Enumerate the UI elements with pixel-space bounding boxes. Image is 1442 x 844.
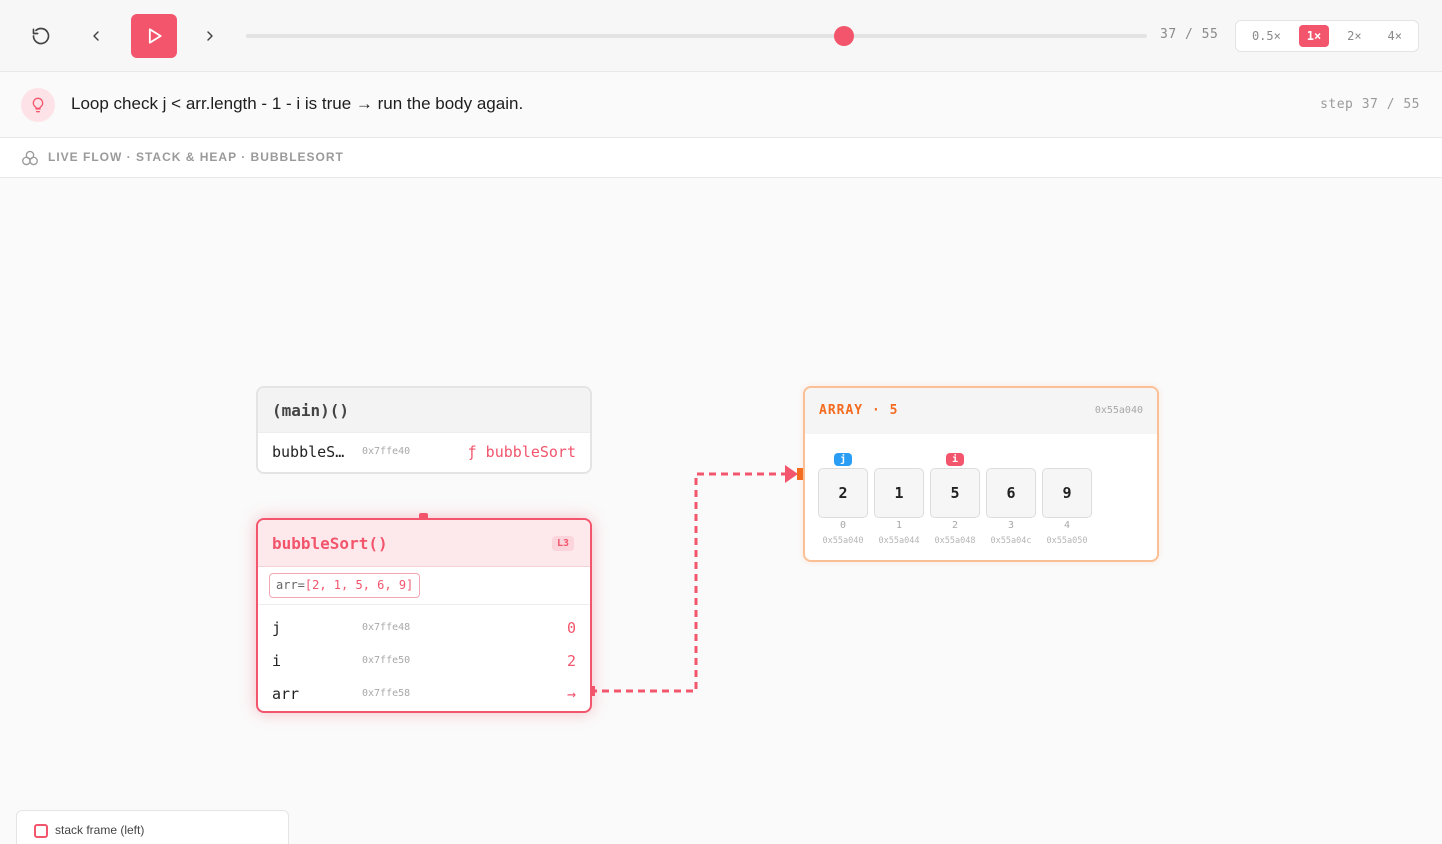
variable-value: ƒ bubbleSort bbox=[467, 443, 576, 461]
lightbulb-icon bbox=[21, 88, 55, 122]
variable-name: arr bbox=[272, 685, 300, 703]
argument-name: arr= bbox=[276, 578, 305, 592]
previous-step-button[interactable] bbox=[73, 14, 119, 58]
array-cell[interactable]: 2 bbox=[818, 468, 868, 518]
variable-value: 0 bbox=[566, 619, 576, 637]
play-icon bbox=[148, 28, 162, 44]
play-button[interactable] bbox=[131, 14, 177, 58]
legend-label: stack frame (left) bbox=[55, 823, 145, 837]
variable-row: j 0x7ffe48 0 bbox=[258, 609, 590, 642]
stack-frame-swatch bbox=[34, 824, 48, 838]
variable-row: arr 0x7ffe58 → bbox=[258, 675, 590, 708]
array-cell-address: 0x55a04c bbox=[990, 536, 1032, 546]
array-index: 3 bbox=[1007, 520, 1015, 531]
array-index: 4 bbox=[1063, 520, 1071, 531]
array-cell-address: 0x55a040 bbox=[822, 536, 864, 546]
array-address: 0x55a040 bbox=[1094, 405, 1143, 416]
restart-icon[interactable] bbox=[18, 14, 64, 58]
variable-address: 0x7ffe50 bbox=[362, 655, 411, 666]
section-header: LIVE FLOW · STACK & HEAP · BUBBLESORT bbox=[0, 138, 1442, 178]
argument-value: [2, 1, 5, 6, 9] bbox=[304, 578, 414, 592]
variable-name: j bbox=[272, 619, 282, 637]
bubblesort-stack-frame[interactable]: bubbleSort() L3 arr=[2, 1, 5, 6, 9] j 0x… bbox=[256, 518, 592, 713]
arguments-chip: arr=[2, 1, 5, 6, 9] bbox=[269, 573, 421, 598]
variable-address: 0x7ffe48 bbox=[362, 622, 411, 633]
variable-name: bubbleS… bbox=[272, 443, 345, 461]
timeline-thumb[interactable] bbox=[833, 26, 854, 46]
variable-row: bubbleS… 0x7ffe40 ƒ bubbleSort bbox=[258, 432, 590, 470]
array-index: 0 bbox=[839, 520, 847, 531]
variable-row: i 0x7ffe50 2 bbox=[258, 642, 590, 675]
variable-value: → bbox=[566, 685, 576, 703]
flow-icon bbox=[21, 150, 39, 171]
step-counter: 37 / 55 bbox=[1160, 27, 1219, 42]
array-cell[interactable]: 6 bbox=[986, 468, 1036, 518]
frame-title: bubbleSort() bbox=[272, 534, 388, 553]
speed-option[interactable]: 0.5× bbox=[1244, 25, 1289, 47]
speed-option[interactable]: 1× bbox=[1298, 25, 1330, 47]
array-cell[interactable]: 1 bbox=[874, 468, 924, 518]
pointer-badge-i: i bbox=[946, 453, 964, 466]
variable-address: 0x7ffe40 bbox=[362, 446, 411, 457]
array-cell-address: 0x55a044 bbox=[878, 536, 920, 546]
explanation-text: Loop check j < arr.length - 1 - i is tru… bbox=[71, 94, 524, 113]
explanation-bar: Loop check j < arr.length - 1 - i is tru… bbox=[0, 72, 1442, 138]
line-badge: L3 bbox=[551, 536, 574, 551]
playback-toolbar: 37 / 55 0.5× 1× 2× 4× bbox=[0, 0, 1442, 72]
speed-option[interactable]: 2× bbox=[1339, 25, 1369, 47]
pointer-badge-j: j bbox=[834, 453, 852, 466]
timeline-progress bbox=[246, 34, 847, 38]
array-title: ARRAY · 5 bbox=[819, 403, 899, 418]
frame-title: (main)() bbox=[272, 401, 350, 420]
array-cell[interactable]: 9 bbox=[1042, 468, 1092, 518]
variable-name: i bbox=[272, 652, 282, 670]
visualization-canvas bbox=[0, 178, 1442, 844]
timeline-slider[interactable] bbox=[246, 26, 1147, 46]
speed-selector: 0.5× 1× 2× 4× bbox=[1235, 20, 1419, 52]
section-title: LIVE FLOW · STACK & HEAP · BUBBLESORT bbox=[48, 150, 344, 164]
legend: stack frame (left) bbox=[16, 810, 289, 844]
array-cell-address: 0x55a050 bbox=[1046, 536, 1088, 546]
variable-address: 0x7ffe58 bbox=[362, 688, 411, 699]
array-index: 2 bbox=[951, 520, 959, 531]
main-stack-frame[interactable]: (main)() bubbleS… 0x7ffe40 ƒ bubbleSort bbox=[256, 386, 592, 474]
variable-value: 2 bbox=[566, 652, 576, 670]
array-cell[interactable]: 5 bbox=[930, 468, 980, 518]
speed-option[interactable]: 4× bbox=[1380, 25, 1410, 47]
step-label: step 37 / 55 bbox=[1320, 97, 1420, 112]
array-cell-address: 0x55a048 bbox=[934, 536, 976, 546]
array-index: 1 bbox=[895, 520, 903, 531]
next-step-button[interactable] bbox=[187, 14, 233, 58]
heap-array[interactable]: ARRAY · 5 0x55a040 2 0 0x55a040 j 1 1 0x55a044… bbox=[803, 386, 1159, 562]
